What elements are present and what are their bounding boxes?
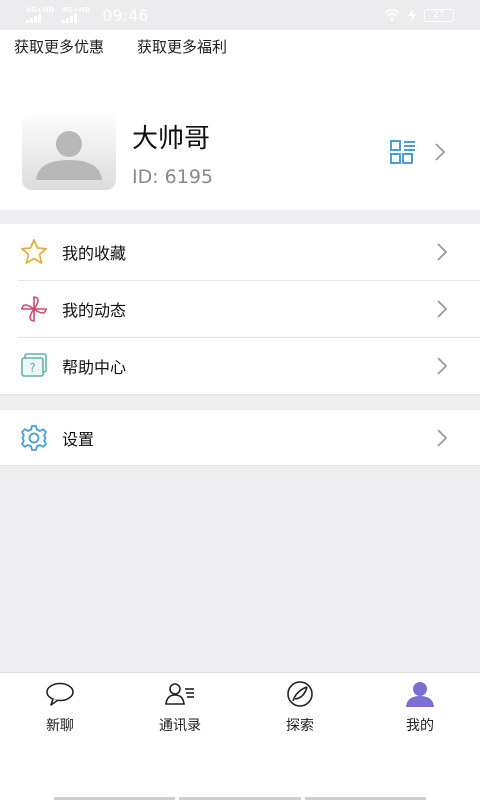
bottom-tab-bar: 新聊 通讯录 探索 我的: [0, 672, 480, 800]
user-icon: [360, 681, 480, 707]
chevron-right-icon: [437, 243, 448, 261]
chevron-right-icon: [437, 300, 448, 318]
chevron-right-icon[interactable]: [434, 142, 446, 162]
promo-bar: 获取更多优惠 获取更多福利: [0, 30, 480, 62]
menu-item-favorites[interactable]: 我的收藏: [0, 224, 480, 280]
qr-code-icon[interactable]: [390, 140, 416, 164]
promo-link-discounts[interactable]: 获取更多优惠: [14, 36, 104, 57]
menu-label: 设置: [62, 430, 95, 449]
content-background: [0, 466, 480, 672]
svg-text:?: ?: [29, 361, 35, 375]
profile-id: ID: 6195: [132, 166, 214, 188]
tab-label: 探索: [286, 718, 314, 734]
gear-icon: [18, 422, 50, 454]
menu-label: 帮助中心: [62, 358, 127, 377]
chevron-right-icon: [437, 357, 448, 375]
tab-label: 通讯录: [159, 718, 201, 734]
wifi-icon: [384, 9, 400, 21]
status-bar: 4G+HD 4G+HD 09:46 27: [0, 0, 480, 30]
menu-item-settings[interactable]: 设置: [0, 410, 480, 466]
tab-label: 我的: [406, 718, 434, 734]
default-avatar-icon: [36, 131, 102, 180]
promo-link-benefits[interactable]: 获取更多福利: [137, 36, 227, 57]
tab-me[interactable]: 我的: [360, 681, 480, 741]
explore-icon: [240, 681, 360, 707]
status-time: 09:46: [102, 5, 149, 25]
signal-icon: 4G+HD: [26, 7, 54, 23]
signal-icon: 4G+HD: [62, 7, 90, 23]
charging-icon: [408, 9, 416, 21]
tab-label: 新聊: [46, 718, 74, 734]
tab-contacts[interactable]: 通讯录: [120, 681, 240, 741]
chevron-right-icon: [437, 429, 448, 447]
menu-label: 我的收藏: [62, 244, 127, 263]
star-icon: [18, 236, 50, 268]
menu-label: 我的动态: [62, 301, 127, 320]
contacts-icon: [120, 681, 240, 707]
help-icon: ?: [18, 350, 50, 382]
section-gap: [0, 395, 480, 410]
pinwheel-icon: [18, 293, 50, 325]
menu-item-help[interactable]: ? 帮助中心: [0, 338, 480, 394]
avatar[interactable]: [22, 114, 116, 190]
battery-icon: 27: [424, 8, 454, 22]
profile-card[interactable]: 大帅哥 ID: 6195: [0, 100, 480, 210]
menu-item-moments[interactable]: 我的动态: [0, 281, 480, 337]
profile-name: 大帅哥: [132, 124, 211, 154]
tab-explore[interactable]: 探索: [240, 681, 360, 741]
section-gap: [0, 210, 480, 224]
tab-new-chat[interactable]: 新聊: [0, 681, 120, 741]
chat-bubble-icon: [0, 681, 120, 707]
